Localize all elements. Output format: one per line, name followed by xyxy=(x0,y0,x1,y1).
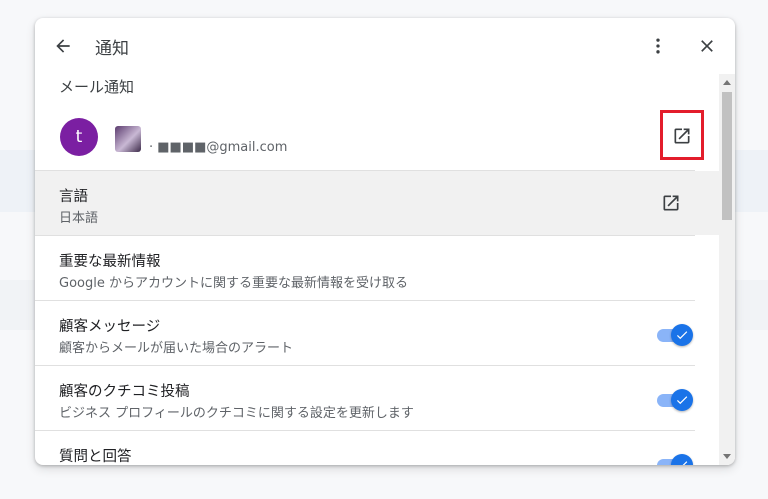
customer-reviews-toggle[interactable] xyxy=(657,388,695,412)
toggle-knob xyxy=(671,389,693,411)
dialog-title: 通知 xyxy=(95,39,129,59)
customer-messages-toggle[interactable] xyxy=(657,323,695,347)
toggle-knob xyxy=(671,324,693,346)
scroll-down-arrow[interactable] xyxy=(723,454,731,459)
close-button[interactable] xyxy=(691,30,723,62)
check-icon xyxy=(676,396,688,405)
open-in-new-icon xyxy=(674,128,690,144)
setting-title: 重要な最新情報 xyxy=(59,254,161,270)
profile-thumbnail xyxy=(115,126,141,152)
back-button[interactable] xyxy=(47,30,79,62)
setting-row: 顧客メッセージ 顧客からメールが届いた場合のアラート xyxy=(35,301,719,365)
more-options-button[interactable] xyxy=(642,30,674,62)
check-icon xyxy=(676,331,688,340)
account-row: t · ■■■■@gmail.com xyxy=(35,108,719,170)
open-account-button[interactable] xyxy=(666,120,698,152)
setting-row: 顧客のクチコミ投稿 ビジネス プロフィールのクチコミに関する設定を更新します xyxy=(35,366,719,430)
setting-title: 顧客のクチコミ投稿 xyxy=(59,384,190,400)
language-value: 日本語 xyxy=(59,211,99,226)
scroll-thumb[interactable] xyxy=(722,92,732,220)
setting-subtitle: ビジネス プロフィールのクチコミに関する設定を更新します xyxy=(59,406,414,421)
language-title: 言語 xyxy=(59,189,88,205)
language-row[interactable]: 言語 日本語 xyxy=(35,171,719,235)
dialog-header: 通知 xyxy=(35,18,735,74)
setting-title: 顧客メッセージ xyxy=(59,319,161,335)
setting-row: 重要な最新情報 Google からアカウントに関する重要な最新情報を受け取る xyxy=(35,236,719,300)
avatar: t xyxy=(60,118,98,156)
setting-title: 質問と回答 xyxy=(59,449,132,465)
close-icon xyxy=(701,40,713,52)
arrow-back-icon xyxy=(56,39,70,53)
scroll-up-arrow[interactable] xyxy=(723,80,731,85)
open-in-new-icon[interactable] xyxy=(661,193,681,213)
setting-row: 質問と回答 xyxy=(35,431,719,465)
section-label: メール通知 xyxy=(59,78,135,96)
notifications-dialog: 通知 メール通知 t · ■■■■@gmail.com 言語 日本語 重要な最新… xyxy=(35,18,735,465)
setting-subtitle: 顧客からメールが届いた場合のアラート xyxy=(59,341,294,356)
more-vert-icon xyxy=(656,38,660,54)
scrollbar[interactable] xyxy=(719,74,735,465)
account-email: · ■■■■@gmail.com xyxy=(149,140,288,155)
qa-toggle[interactable] xyxy=(657,453,695,465)
toggle-knob xyxy=(671,454,693,465)
check-icon xyxy=(677,461,688,465)
setting-subtitle: Google からアカウントに関する重要な最新情報を受け取る xyxy=(59,276,408,291)
